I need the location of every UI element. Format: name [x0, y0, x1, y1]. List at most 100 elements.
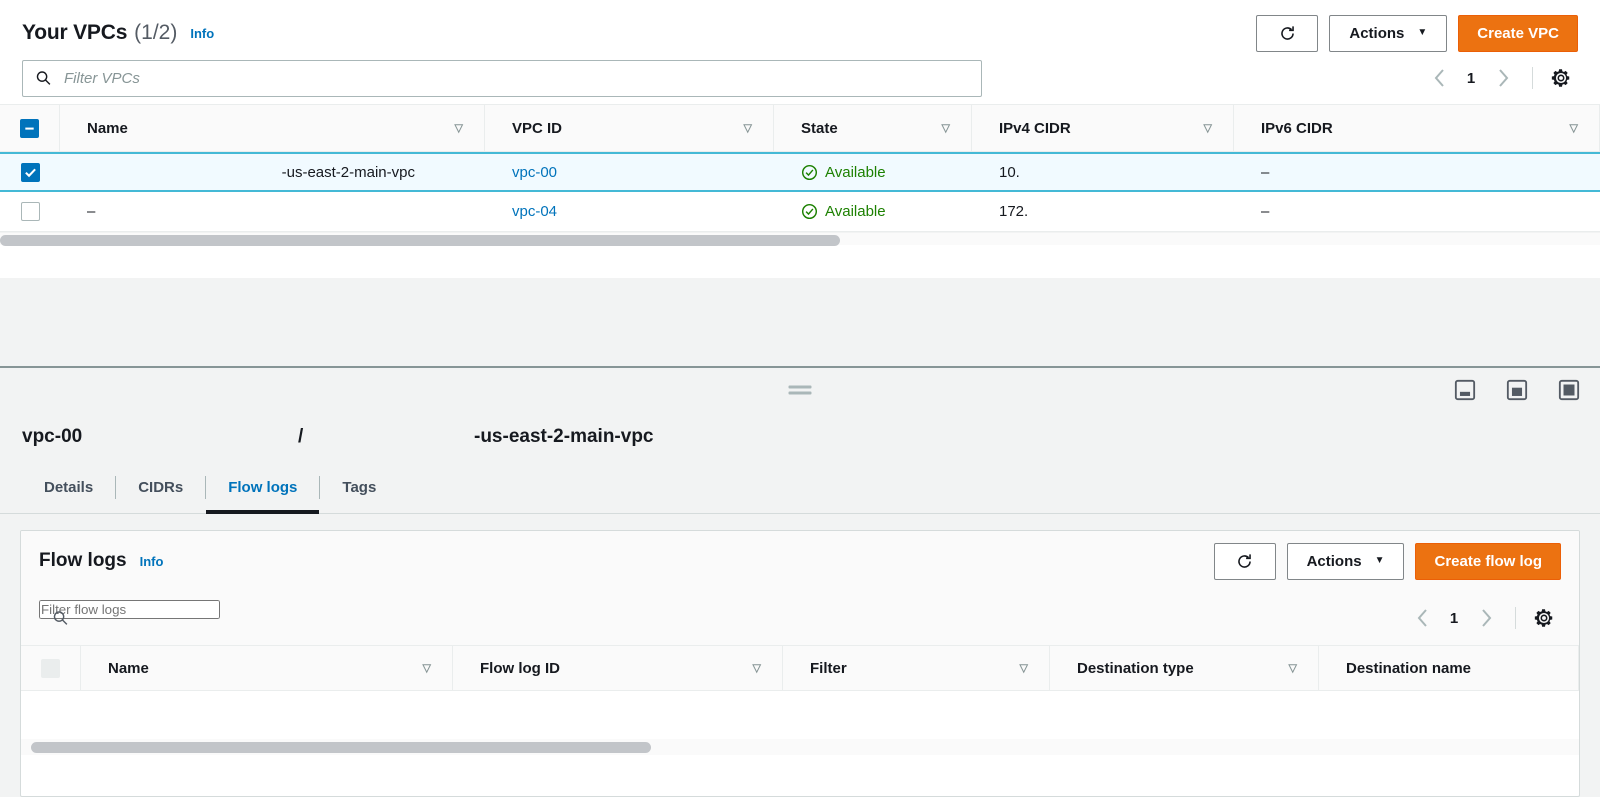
column-header-destination-type[interactable]: Destination type ▽	[1050, 646, 1319, 690]
create-flow-log-button[interactable]: Create flow log	[1415, 543, 1561, 580]
column-header-state-label: State	[801, 120, 838, 137]
panel-size-medium-icon[interactable]	[1506, 379, 1528, 401]
refresh-button[interactable]	[1256, 15, 1318, 52]
refresh-icon	[1278, 24, 1297, 43]
column-header-state[interactable]: State ▽	[774, 105, 972, 151]
vpcs-table-horizontal-scrollbar[interactable]	[0, 232, 1600, 245]
cell-name-value: –	[87, 203, 95, 220]
row-checkbox[interactable]	[21, 202, 40, 221]
actions-button-label: Actions	[1349, 25, 1404, 42]
flow-logs-header: Flow logs Info Actions ▼ Create flow log	[21, 531, 1579, 591]
vpcs-search-box[interactable]	[22, 60, 982, 97]
column-header-name[interactable]: Name ▽	[60, 105, 485, 151]
select-all-cell[interactable]	[0, 105, 60, 151]
panel-size-buttons	[1454, 379, 1580, 401]
column-header-name-label: Name	[87, 120, 128, 137]
flow-logs-horizontal-scrollbar[interactable]	[21, 739, 1579, 755]
flow-logs-title: Flow logs	[39, 550, 127, 572]
tab-tags[interactable]: Tags	[320, 462, 398, 513]
flow-logs-filter-row: 1	[21, 591, 1579, 645]
vpcs-info-link[interactable]: Info	[190, 26, 214, 41]
column-header-flow-log-id[interactable]: Flow log ID ▽	[453, 646, 783, 690]
tab-details[interactable]: Details	[22, 462, 115, 513]
vpcs-panel-header: Your VPCs (1/2) Info Actions ▼ Create VP…	[0, 0, 1600, 52]
next-page-button[interactable]	[1485, 61, 1521, 95]
create-vpc-button[interactable]: Create VPC	[1458, 15, 1578, 52]
row-select-cell[interactable]	[0, 192, 60, 231]
table-row[interactable]: – vpc-04 Available 172. –	[0, 192, 1600, 232]
sort-icon: ▽	[1570, 122, 1578, 135]
sort-icon: ▽	[455, 122, 463, 135]
flow-logs-actions-button[interactable]: Actions ▼	[1287, 543, 1405, 580]
chevron-left-icon	[1433, 68, 1446, 88]
panel-gap	[0, 278, 1600, 366]
drag-handle-bar	[789, 386, 812, 389]
column-header-flow-name[interactable]: Name ▽	[81, 646, 453, 690]
flow-logs-refresh-button[interactable]	[1214, 543, 1276, 580]
status-badge: Available	[801, 164, 886, 181]
select-all-checkbox[interactable]	[20, 119, 39, 138]
tab-flow-logs[interactable]: Flow logs	[206, 462, 319, 513]
page-number[interactable]: 1	[1457, 70, 1485, 87]
preferences-button[interactable]	[1544, 61, 1578, 95]
scrollbar-thumb[interactable]	[31, 742, 651, 753]
breadcrumb-separator: /	[298, 426, 474, 448]
row-checkbox[interactable]	[21, 163, 40, 182]
flow-logs-next-page-button[interactable]	[1468, 601, 1504, 635]
tab-cidrs[interactable]: CIDRs	[116, 462, 205, 513]
detail-vpc-id: vpc-00	[22, 426, 298, 448]
cell-vpc-id: vpc-04	[485, 192, 774, 231]
pagination-divider	[1532, 67, 1533, 89]
vpc-id-link[interactable]: vpc-04	[512, 203, 557, 220]
vpcs-table: Name ▽ VPC ID ▽ State ▽ IPv4 CIDR ▽ IPv6…	[0, 104, 1600, 245]
detail-panel-body: Flow logs Info Actions ▼ Create flow log	[0, 514, 1600, 797]
split-panel-toolbar	[0, 366, 1600, 412]
vpc-id-link[interactable]: vpc-00	[512, 164, 557, 181]
column-header-filter-label: Filter	[810, 660, 847, 677]
detail-vpc-name: -us-east-2-main-vpc	[474, 426, 654, 448]
panel-size-large-icon[interactable]	[1558, 379, 1580, 401]
cell-state: Available	[774, 154, 972, 190]
refresh-icon	[1235, 552, 1254, 571]
page-title: Your VPCs	[22, 21, 127, 45]
pagination-divider	[1515, 607, 1516, 629]
column-header-ipv6-cidr-label: IPv6 CIDR	[1261, 120, 1333, 137]
chevron-left-icon	[1416, 608, 1429, 628]
sort-icon: ▽	[1020, 662, 1028, 675]
table-row[interactable]: -us-east-2-main-vpc vpc-00 Available 10.…	[0, 152, 1600, 192]
row-select-cell[interactable]	[0, 154, 60, 190]
cell-vpc-id: vpc-00	[485, 154, 774, 190]
scrollbar-thumb[interactable]	[0, 235, 840, 246]
column-header-ipv4-cidr[interactable]: IPv4 CIDR ▽	[972, 105, 1234, 151]
actions-button[interactable]: Actions ▼	[1329, 15, 1447, 52]
vpcs-table-header: Name ▽ VPC ID ▽ State ▽ IPv4 CIDR ▽ IPv6…	[0, 104, 1600, 152]
column-header-vpc-id[interactable]: VPC ID ▽	[485, 105, 774, 151]
filter-flow-logs-input[interactable]	[39, 600, 220, 619]
cell-ipv6-cidr: –	[1234, 192, 1600, 231]
column-header-destination-name[interactable]: Destination name	[1319, 646, 1579, 690]
flow-logs-preferences-button[interactable]	[1527, 601, 1561, 635]
check-icon	[24, 166, 37, 179]
previous-page-button[interactable]	[1421, 61, 1457, 95]
chevron-right-icon	[1480, 608, 1493, 628]
sort-icon: ▽	[942, 122, 950, 135]
flow-logs-info-link[interactable]: Info	[140, 554, 164, 569]
column-header-flow-name-label: Name	[108, 660, 149, 677]
drag-handle-bar	[789, 392, 812, 395]
flow-logs-previous-page-button[interactable]	[1404, 601, 1440, 635]
panel-size-small-icon[interactable]	[1454, 379, 1476, 401]
filter-vpcs-input[interactable]	[22, 60, 982, 97]
ipv4-cidr-value: 10.	[999, 164, 1020, 181]
split-panel-drag-handle[interactable]	[789, 386, 812, 395]
gear-icon	[1533, 607, 1555, 629]
column-header-ipv6-cidr[interactable]: IPv6 CIDR ▽	[1234, 105, 1600, 151]
column-header-filter[interactable]: Filter ▽	[783, 646, 1050, 690]
vpcs-panel: Your VPCs (1/2) Info Actions ▼ Create VP…	[0, 0, 1600, 278]
sort-icon: ▽	[753, 662, 761, 675]
chevron-right-icon	[1497, 68, 1510, 88]
status-available-icon	[801, 203, 818, 220]
flow-logs-page-number[interactable]: 1	[1440, 610, 1468, 627]
cell-name: -us-east-2-main-vpc	[60, 154, 485, 190]
flow-logs-search-box[interactable]	[39, 600, 1001, 637]
minus-icon	[23, 122, 36, 135]
